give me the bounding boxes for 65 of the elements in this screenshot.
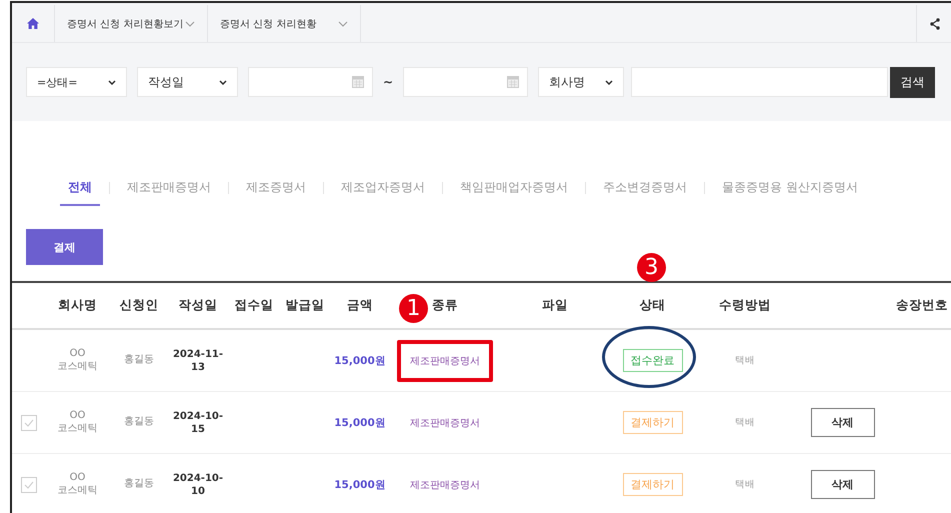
applicant-name: 홍길동 [124,354,154,367]
written-date: 2024-10- 10 [172,472,224,498]
status-select[interactable]: =상태= [26,67,127,97]
column-header: 신청인 [120,297,158,314]
tab[interactable]: 제조증명서 [238,170,314,206]
range-separator: ~ [383,75,394,89]
search-button[interactable]: 검색 [890,66,936,98]
amount: 15,000원 [334,416,386,430]
date-field[interactable] [248,67,373,97]
certificate-type: 제조판매증명서 [409,416,481,430]
breadcrumb-dropdown[interactable]: 증명서 신청 처리현황 [208,5,361,42]
calendar-icon [507,76,520,88]
applicant-name: 홍길동 [124,416,154,429]
column-header: 회사명 [58,297,97,314]
column-header: 파일 [542,297,568,314]
written-date: 2024-11- 13 [172,348,224,374]
caret-icon [605,80,614,84]
share-icon [930,18,940,30]
column-header: 금액 [347,297,373,314]
status-button[interactable]: 접수완료 [622,349,682,372]
delivery-method: 택배 [735,478,755,491]
tab[interactable]: 전체 [60,170,100,206]
delete-button[interactable]: 삭제 [810,470,874,499]
tab[interactable]: 제조업자증명서 [333,170,433,206]
number-marker: 1 [399,294,428,323]
amount: 15,000원 [334,354,386,368]
check-icon [24,418,34,426]
tab[interactable]: 주소변경증명서 [595,170,695,206]
tab[interactable]: 책임판매업자증명서 [452,170,576,206]
written-date: 2024-10- 15 [172,410,224,436]
applicant-name: 홍길동 [124,478,154,491]
amount: 15,000원 [334,478,386,492]
column-header: 송장번호 [896,297,948,314]
tab[interactable]: 물종증명용 원산지증명서 [714,170,866,206]
search-field[interactable] [631,67,888,97]
checkbox[interactable] [20,414,36,430]
column-header: 접수일 [234,297,274,314]
delivery-method: 택배 [735,416,755,429]
company-name: OO 코스메틱 [58,348,98,373]
column-header: 발급일 [286,297,324,314]
date-type-select[interactable]: 작성일 [137,67,238,97]
breadcrumb-dropdown[interactable]: 증명서 신청 처리현황보기 [55,5,208,42]
number-marker: 3 [637,253,666,282]
pay-button[interactable]: 결제 [26,229,103,265]
column-header: 수령방법 [719,297,771,314]
delete-button[interactable]: 삭제 [810,408,874,437]
delivery-method: 택배 [735,354,755,367]
certificate-type: 제조판매증명서 [409,478,481,492]
date-field[interactable] [403,67,528,97]
chevron-down-icon [338,20,348,26]
column-header: 작성일 [178,297,218,314]
company-name: OO 코스메틱 [58,410,98,435]
search-type-select[interactable]: 회사명 [538,67,624,97]
checkbox[interactable] [20,476,36,492]
caret-icon [108,80,116,84]
calendar-icon [352,76,364,88]
certificate-type: 제조판매증명서 [397,340,493,382]
caret-icon [219,80,227,84]
tab[interactable]: 제조판매증명서 [119,170,219,206]
column-header: 상태 [640,297,666,314]
company-name: OO 코스메틱 [58,472,98,497]
column-header: 종류 [432,297,458,314]
chevron-down-icon [185,20,195,26]
check-icon [24,480,34,488]
home-icon [27,18,39,29]
